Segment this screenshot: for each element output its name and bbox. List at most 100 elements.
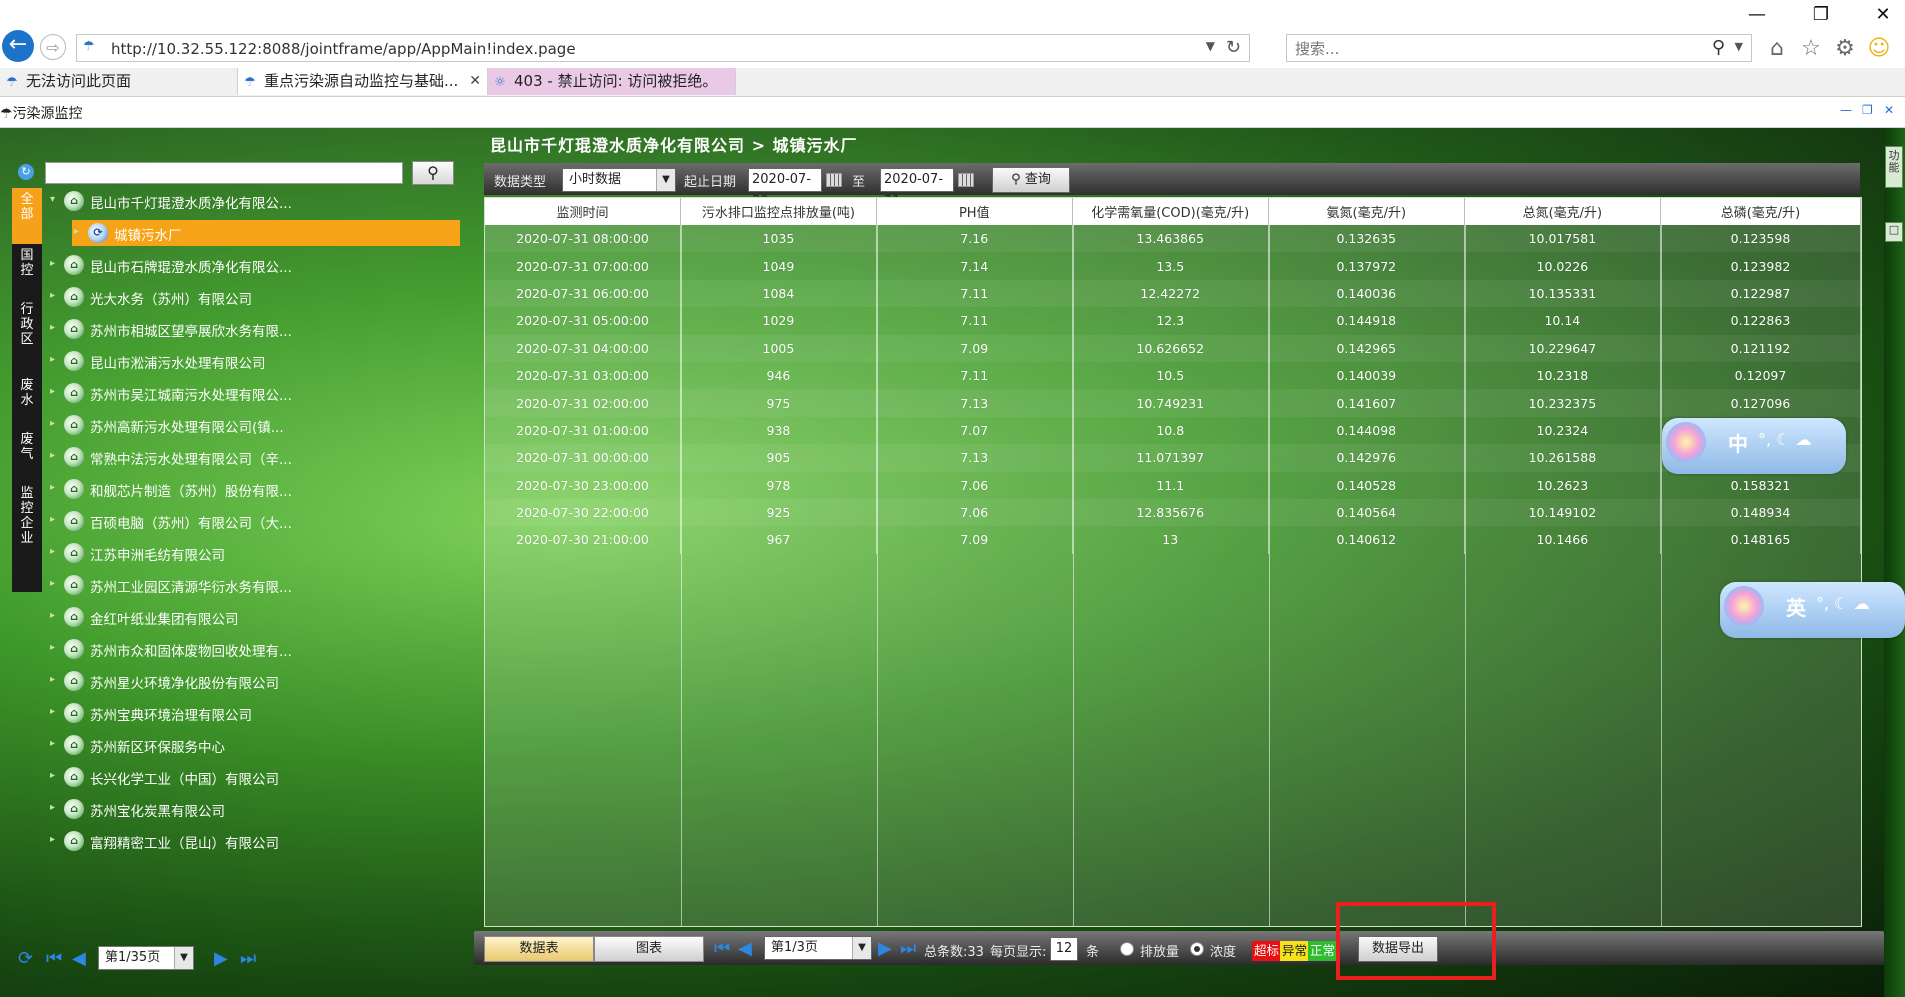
prev-page-icon[interactable]: ◀ — [72, 948, 86, 969]
tree-enterprise-node[interactable]: ▸ ⌂ 和舰芯片制造（苏州）股份有限... — [48, 476, 460, 502]
frame-minimize-icon[interactable]: — — [1840, 103, 1852, 117]
search-icon[interactable]: ⚲ — [1712, 37, 1725, 58]
table-row[interactable]: 2020-07-30 21:00:00 967 7.09 13 0.140612 10.1… — [485, 526, 1862, 554]
tree-enterprise-node[interactable]: ▸ ⌂ 苏州高新污水处理有限公司(镇... — [48, 412, 460, 438]
radio-emission[interactable] — [1120, 942, 1134, 956]
radio-concentration[interactable] — [1190, 942, 1204, 956]
address-url[interactable]: http://10.32.55.122:8088/jointframe/app/… — [111, 40, 576, 58]
close-window-icon[interactable]: ✕ — [1868, 4, 1898, 26]
tree-enterprise-node[interactable]: ▸ ⌂ 苏州工业园区清源华衍水务有限... — [48, 572, 460, 598]
tree-enterprise-node[interactable]: ▸ ⌂ 昆山市石牌琨澄水质净化有限公... — [48, 252, 460, 278]
expand-arrow-icon[interactable]: ▸ — [50, 770, 55, 781]
back-button[interactable]: ← — [2, 30, 34, 62]
first-page-icon[interactable]: ⏮ — [46, 948, 62, 969]
expand-arrow-icon[interactable]: ▸ — [50, 258, 55, 269]
expand-arrow-icon[interactable]: ▸ — [50, 450, 55, 461]
table-row[interactable]: 2020-07-30 23:00:00 978 7.06 11.1 0.140528 10… — [485, 471, 1862, 499]
favorites-star-icon[interactable]: ☆ — [1798, 36, 1824, 62]
table-row[interactable]: 2020-07-31 03:00:00 946 7.11 10.5 0.140039 10… — [485, 361, 1862, 390]
vtab-district[interactable]: 行政区 — [12, 298, 42, 374]
column-header[interactable]: PH值 — [876, 198, 1073, 225]
column-header[interactable]: 总磷(毫克/升) — [1660, 198, 1862, 225]
table-row[interactable]: 2020-07-31 06:00:00 1084 7.11 12.42272 0.140… — [485, 279, 1862, 308]
next-page-icon[interactable]: ▶ — [214, 948, 228, 969]
tree-enterprise-node[interactable]: ▸ ⌂ 光大水务（苏州）有限公司 — [48, 284, 460, 310]
expand-arrow-icon[interactable]: ▸ — [50, 578, 55, 589]
expand-arrow-icon[interactable]: ▸ — [50, 834, 55, 845]
first-page-icon[interactable]: ⏮ — [714, 938, 730, 959]
tree-enterprise-node[interactable]: ▸ ⌂ 长兴化学工业（中国）有限公司 — [48, 764, 460, 790]
refresh-icon[interactable]: ↻ — [1226, 37, 1241, 58]
refresh-tree-icon[interactable]: ↻ — [18, 164, 34, 180]
close-tab-icon[interactable]: ✕ — [469, 68, 481, 95]
table-row[interactable]: 2020-07-31 01:00:00 938 7.07 10.8 0.144098 10… — [485, 416, 1862, 445]
address-bar[interactable]: ☂ http://10.32.55.122:8088/jointframe/ap… — [76, 34, 1250, 62]
vtab-national[interactable]: 国控 — [12, 244, 42, 298]
home-icon[interactable]: ⌂ — [1764, 36, 1790, 62]
column-header[interactable]: 化学需氧量(COD)(毫克/升) — [1072, 198, 1269, 225]
tree-enterprise-node[interactable]: ▸ ⌂ 富翔精密工业（昆山）有限公司 — [48, 828, 460, 854]
start-date-input[interactable]: 2020-07-30 — [748, 168, 822, 209]
tree-enterprise-node[interactable]: ▸ ⌂ 昆山市淞浦污水处理有限公司 — [48, 348, 460, 374]
enterprise-search-button[interactable]: ⚲ — [412, 161, 454, 185]
table-row[interactable]: 2020-07-30 22:00:00 925 7.06 12.835676 0.140… — [485, 498, 1862, 527]
tree-child-node[interactable]: ▸ ⟳ 城镇污水厂 — [72, 220, 460, 246]
ime-english-widget[interactable]: 英 °, ☾ ☁ — [1720, 582, 1905, 638]
calendar-icon[interactable] — [826, 173, 842, 187]
tab-data-table[interactable]: 数据表 — [484, 936, 594, 962]
vtab-all[interactable]: 全部 — [12, 188, 42, 244]
expand-arrow-icon[interactable]: ▸ — [50, 610, 55, 621]
tree-enterprise-node[interactable]: ▸ ⌂ 苏州宝化炭黑有限公司 — [48, 796, 460, 822]
frame-close-icon[interactable]: ✕ — [1884, 103, 1894, 117]
expand-arrow-icon[interactable]: ▸ — [50, 514, 55, 525]
pager-refresh-icon[interactable]: ⟳ — [18, 948, 33, 969]
tree-enterprise-node[interactable]: ▸ ⌂ 苏州市吴江城南污水处理有限公... — [48, 380, 460, 406]
expand-arrow-icon[interactable]: ▸ — [50, 482, 55, 493]
function-toggle-button[interactable]: 功能 — [1885, 146, 1903, 188]
tree-enterprise-node[interactable]: ▸ ⌂ 江苏申洲毛纺有限公司 — [48, 540, 460, 566]
expand-arrow-icon[interactable]: ▸ — [50, 322, 55, 333]
calendar-icon[interactable] — [958, 173, 974, 187]
export-data-button[interactable]: 数据导出 — [1358, 936, 1438, 962]
browser-search-box[interactable]: ⚲ ▼ — [1286, 34, 1752, 62]
vtab-wastewater[interactable]: 废水 — [12, 374, 42, 428]
table-row[interactable]: 2020-07-31 08:00:00 1035 7.16 13.463865 0.13… — [485, 225, 1862, 253]
page-select[interactable]: 第1/3页 ▼ — [764, 936, 872, 960]
expand-arrow-icon[interactable]: ▸ — [50, 738, 55, 749]
restore-window-icon[interactable]: ❐ — [1806, 4, 1836, 26]
enterprise-search-input[interactable] — [45, 162, 403, 184]
query-button[interactable]: ⚲ 查询 — [992, 167, 1070, 193]
tab-cannot-access[interactable]: ☂ 无法访问此页面 — [0, 68, 238, 95]
table-row[interactable]: 2020-07-31 02:00:00 975 7.13 10.749231 0.141… — [485, 389, 1862, 417]
tab-403-forbidden[interactable]: ☼ 403 - 禁止访问: 访问被拒绝。 — [488, 68, 736, 95]
tree-enterprise-node[interactable]: ▸ ⌂ 苏州新区环保服务中心 — [48, 732, 460, 758]
data-type-select[interactable]: 小时数据 ▼ — [562, 168, 676, 192]
browser-search-input[interactable] — [1293, 39, 1677, 59]
expand-arrow-icon[interactable]: ▸ — [50, 386, 55, 397]
tab-pollution-monitor[interactable]: ☂ 重点污染源自动监控与基础... ✕ — [238, 68, 488, 95]
tree-enterprise-node[interactable]: ▸ ⌂ 常熟中法污水处理有限公司（辛... — [48, 444, 460, 470]
search-dropdown-icon[interactable]: ▼ — [1735, 40, 1743, 53]
panel-toggle-icon[interactable]: □ — [1885, 222, 1903, 242]
collapse-arrow-icon[interactable]: ▾ — [50, 194, 55, 205]
next-page-icon[interactable]: ▶ — [878, 938, 892, 959]
prev-page-icon[interactable]: ◀ — [738, 938, 752, 959]
vtab-monitored-enterprises[interactable]: 监控企业 — [12, 482, 42, 592]
table-row[interactable]: 2020-07-31 04:00:00 1005 7.09 10.626652 0.14… — [485, 334, 1862, 362]
table-row[interactable]: 2020-07-31 07:00:00 1049 7.14 13.5 0.137972 1… — [485, 252, 1862, 280]
table-row[interactable]: 2020-07-31 00:00:00 905 7.13 11.071397 0.142… — [485, 444, 1862, 472]
column-header[interactable]: 总氮(毫克/升) — [1464, 198, 1661, 225]
expand-arrow-icon[interactable]: ▸ — [50, 674, 55, 685]
tree-enterprise-node[interactable]: ▾ ⌂ 昆山市千灯琨澄水质净化有限公... — [48, 188, 460, 214]
expand-arrow-icon[interactable]: ▸ — [50, 290, 55, 301]
column-header[interactable]: 监测时间 — [485, 198, 682, 225]
per-page-input[interactable]: 12 — [1050, 937, 1078, 961]
expand-arrow-icon[interactable]: ▸ — [50, 802, 55, 813]
expand-arrow-icon[interactable]: ▸ — [50, 546, 55, 557]
smiley-feedback-icon[interactable]: ☺ — [1866, 36, 1892, 62]
tree-enterprise-node[interactable]: ▸ ⌂ 金红叶纸业集团有限公司 — [48, 604, 460, 630]
tree-enterprise-node[interactable]: ▸ ⌂ 苏州市众和固体废物回收处理有... — [48, 636, 460, 662]
tab-chart[interactable]: 图表 — [594, 936, 704, 962]
tree-enterprise-node[interactable]: ▸ ⌂ 苏州市相城区望亭展欣水务有限... — [48, 316, 460, 342]
tree-enterprise-node[interactable]: ▸ ⌂ 苏州星火环境净化股份有限公司 — [48, 668, 460, 694]
